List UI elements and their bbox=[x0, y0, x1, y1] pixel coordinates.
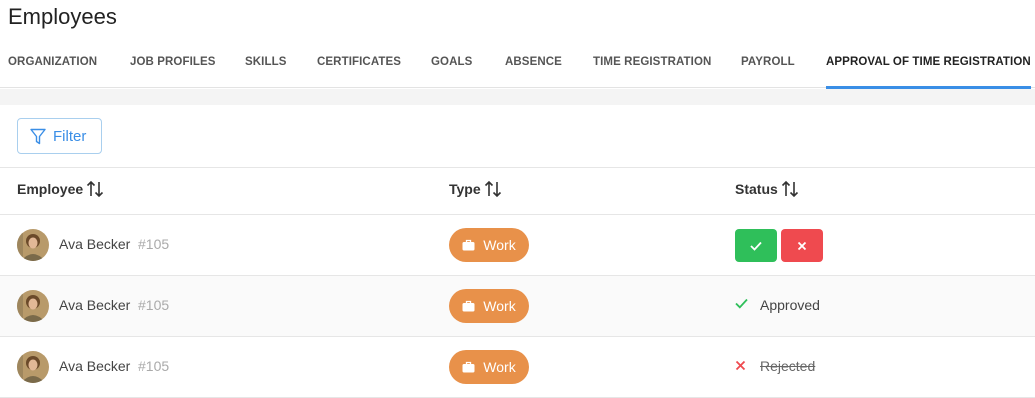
column-header-employee[interactable]: Employee bbox=[17, 180, 104, 198]
close-icon bbox=[797, 241, 807, 250]
sort-icon[interactable] bbox=[86, 180, 104, 198]
type-badge: Work bbox=[449, 228, 529, 262]
tab-payroll[interactable]: PAYROLL bbox=[741, 44, 795, 88]
briefcase-icon bbox=[462, 239, 475, 251]
tab-goals[interactable]: GOALS bbox=[431, 44, 472, 88]
column-label-type: Type bbox=[449, 181, 481, 197]
column-label-employee: Employee bbox=[17, 181, 84, 197]
type-badge: Work bbox=[449, 350, 529, 384]
avatar bbox=[17, 229, 49, 261]
content-separator bbox=[0, 89, 1035, 105]
approval-panel: Filter Employee Type Status Ava Becker #… bbox=[0, 105, 1035, 398]
avatar bbox=[17, 290, 49, 322]
filter-button[interactable]: Filter bbox=[17, 118, 102, 154]
approve-button[interactable] bbox=[735, 229, 777, 262]
sort-icon[interactable] bbox=[484, 180, 502, 198]
employee-name[interactable]: Ava Becker bbox=[59, 236, 130, 252]
tab-time-registration[interactable]: TIME REGISTRATION bbox=[593, 44, 711, 88]
employee-id: #105 bbox=[138, 236, 170, 252]
status-label: Approved bbox=[760, 297, 820, 313]
page-title: Employees bbox=[8, 4, 117, 29]
table-row: Ava Becker #105 Work Approved bbox=[0, 276, 1035, 337]
reject-button[interactable] bbox=[781, 229, 823, 262]
funnel-icon bbox=[30, 128, 46, 144]
avatar bbox=[17, 351, 49, 383]
column-header-type[interactable]: Type bbox=[449, 180, 502, 198]
check-icon bbox=[735, 298, 748, 309]
sort-icon[interactable] bbox=[781, 180, 799, 198]
table-header: Employee Type Status bbox=[0, 167, 1035, 215]
type-badge-label: Work bbox=[483, 237, 516, 253]
status-label: Rejected bbox=[760, 358, 816, 374]
briefcase-icon bbox=[462, 361, 475, 373]
type-badge: Work bbox=[449, 289, 529, 323]
tab-bar: ORGANIZATION JOB PROFILES SKILLS CERTIFI… bbox=[0, 44, 1035, 89]
close-icon bbox=[735, 360, 746, 371]
tab-job-profiles[interactable]: JOB PROFILES bbox=[130, 44, 216, 88]
tab-skills[interactable]: SKILLS bbox=[245, 44, 287, 88]
employee-name[interactable]: Ava Becker bbox=[59, 358, 130, 374]
tab-approval-of-time-registration[interactable]: APPROVAL OF TIME REGISTRATION bbox=[826, 44, 1031, 89]
type-badge-label: Work bbox=[483, 359, 516, 375]
employee-name[interactable]: Ava Becker bbox=[59, 297, 130, 313]
column-header-status[interactable]: Status bbox=[735, 180, 799, 198]
type-badge-label: Work bbox=[483, 298, 516, 314]
tab-organization[interactable]: ORGANIZATION bbox=[8, 44, 97, 88]
table-row: Ava Becker #105 Work bbox=[0, 215, 1035, 276]
filter-button-label: Filter bbox=[53, 127, 87, 145]
tab-absence[interactable]: ABSENCE bbox=[505, 44, 562, 88]
check-icon bbox=[750, 241, 762, 251]
briefcase-icon bbox=[462, 300, 475, 312]
employee-id: #105 bbox=[138, 358, 170, 374]
tab-certificates[interactable]: CERTIFICATES bbox=[317, 44, 401, 88]
employee-id: #105 bbox=[138, 297, 170, 313]
table-row: Ava Becker #105 Work Rejected bbox=[0, 337, 1035, 398]
column-label-status: Status bbox=[735, 181, 778, 197]
